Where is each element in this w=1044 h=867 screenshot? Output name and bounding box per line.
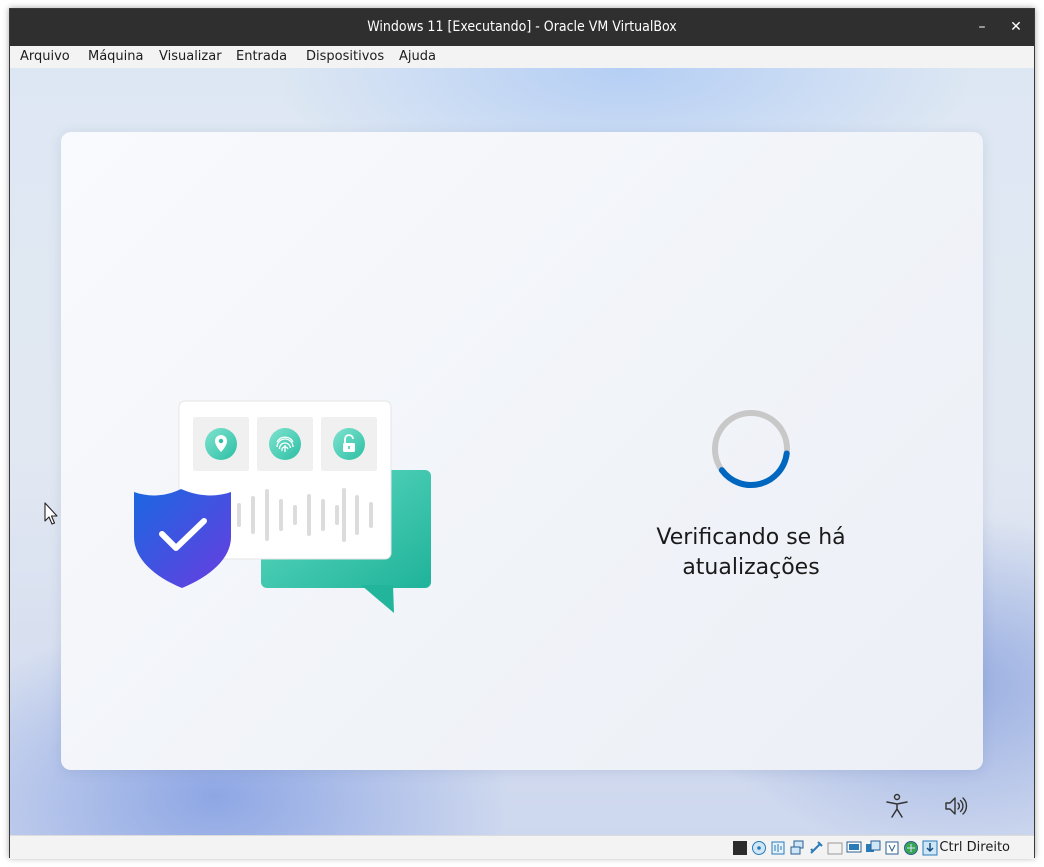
title-bar[interactable]: Windows 11 [Executando] - Oracle VM Virt…	[10, 9, 1034, 46]
menu-maquina[interactable]: Máquina	[88, 46, 144, 68]
guest-display[interactable]: Verificando se há atualizações	[10, 68, 1034, 835]
usb-icon[interactable]	[808, 840, 824, 856]
oobe-card: Verificando se há atualizações	[61, 132, 983, 770]
display-icon[interactable]	[846, 840, 862, 856]
security-illustration	[134, 400, 431, 613]
virtualbox-window: Windows 11 [Executando] - Oracle VM Virt…	[9, 8, 1035, 859]
hard-disk-icon[interactable]	[732, 840, 748, 856]
optical-drive-icon[interactable]	[751, 840, 767, 856]
status-bar: Ctrl Direito	[10, 835, 1034, 859]
status-line-2: atualizações	[682, 555, 820, 580]
host-key-label: Ctrl Direito	[939, 840, 1010, 855]
window-title: Windows 11 [Executando] - Oracle VM Virt…	[367, 19, 677, 35]
cpu-icon[interactable]	[884, 840, 900, 856]
menu-bar: Arquivo Máquina Visualizar Entrada Dispo…	[10, 46, 1034, 69]
close-button[interactable]: ✕	[1004, 15, 1028, 39]
network-icon[interactable]	[789, 840, 805, 856]
menu-arquivo[interactable]: Arquivo	[20, 46, 70, 68]
video-capture-icon[interactable]	[865, 840, 881, 856]
shared-folder-icon[interactable]	[827, 840, 843, 856]
menu-dispositivos[interactable]: Dispositivos	[306, 46, 384, 68]
accessibility-icon[interactable]	[883, 792, 911, 820]
menu-entrada[interactable]: Entrada	[236, 46, 287, 68]
menu-visualizar[interactable]: Visualizar	[159, 46, 222, 68]
update-status-text: Verificando se há atualizações	[601, 523, 901, 583]
keyboard-capture-icon[interactable]	[922, 840, 938, 856]
shield-check-icon	[134, 489, 231, 588]
device-status-icons	[732, 839, 938, 856]
volume-icon[interactable]	[942, 792, 970, 820]
minimize-button[interactable]: –	[970, 15, 994, 39]
guest-additions-icon[interactable]	[903, 840, 919, 856]
unlock-icon	[333, 428, 365, 460]
loading-spinner-icon	[712, 410, 790, 488]
location-pin-icon	[205, 428, 237, 460]
status-line-1: Verificando se há	[656, 525, 846, 550]
audio-icon[interactable]	[770, 840, 786, 856]
menu-ajuda[interactable]: Ajuda	[399, 46, 436, 68]
fingerprint-icon	[269, 428, 301, 460]
mouse-cursor-icon	[44, 502, 58, 525]
